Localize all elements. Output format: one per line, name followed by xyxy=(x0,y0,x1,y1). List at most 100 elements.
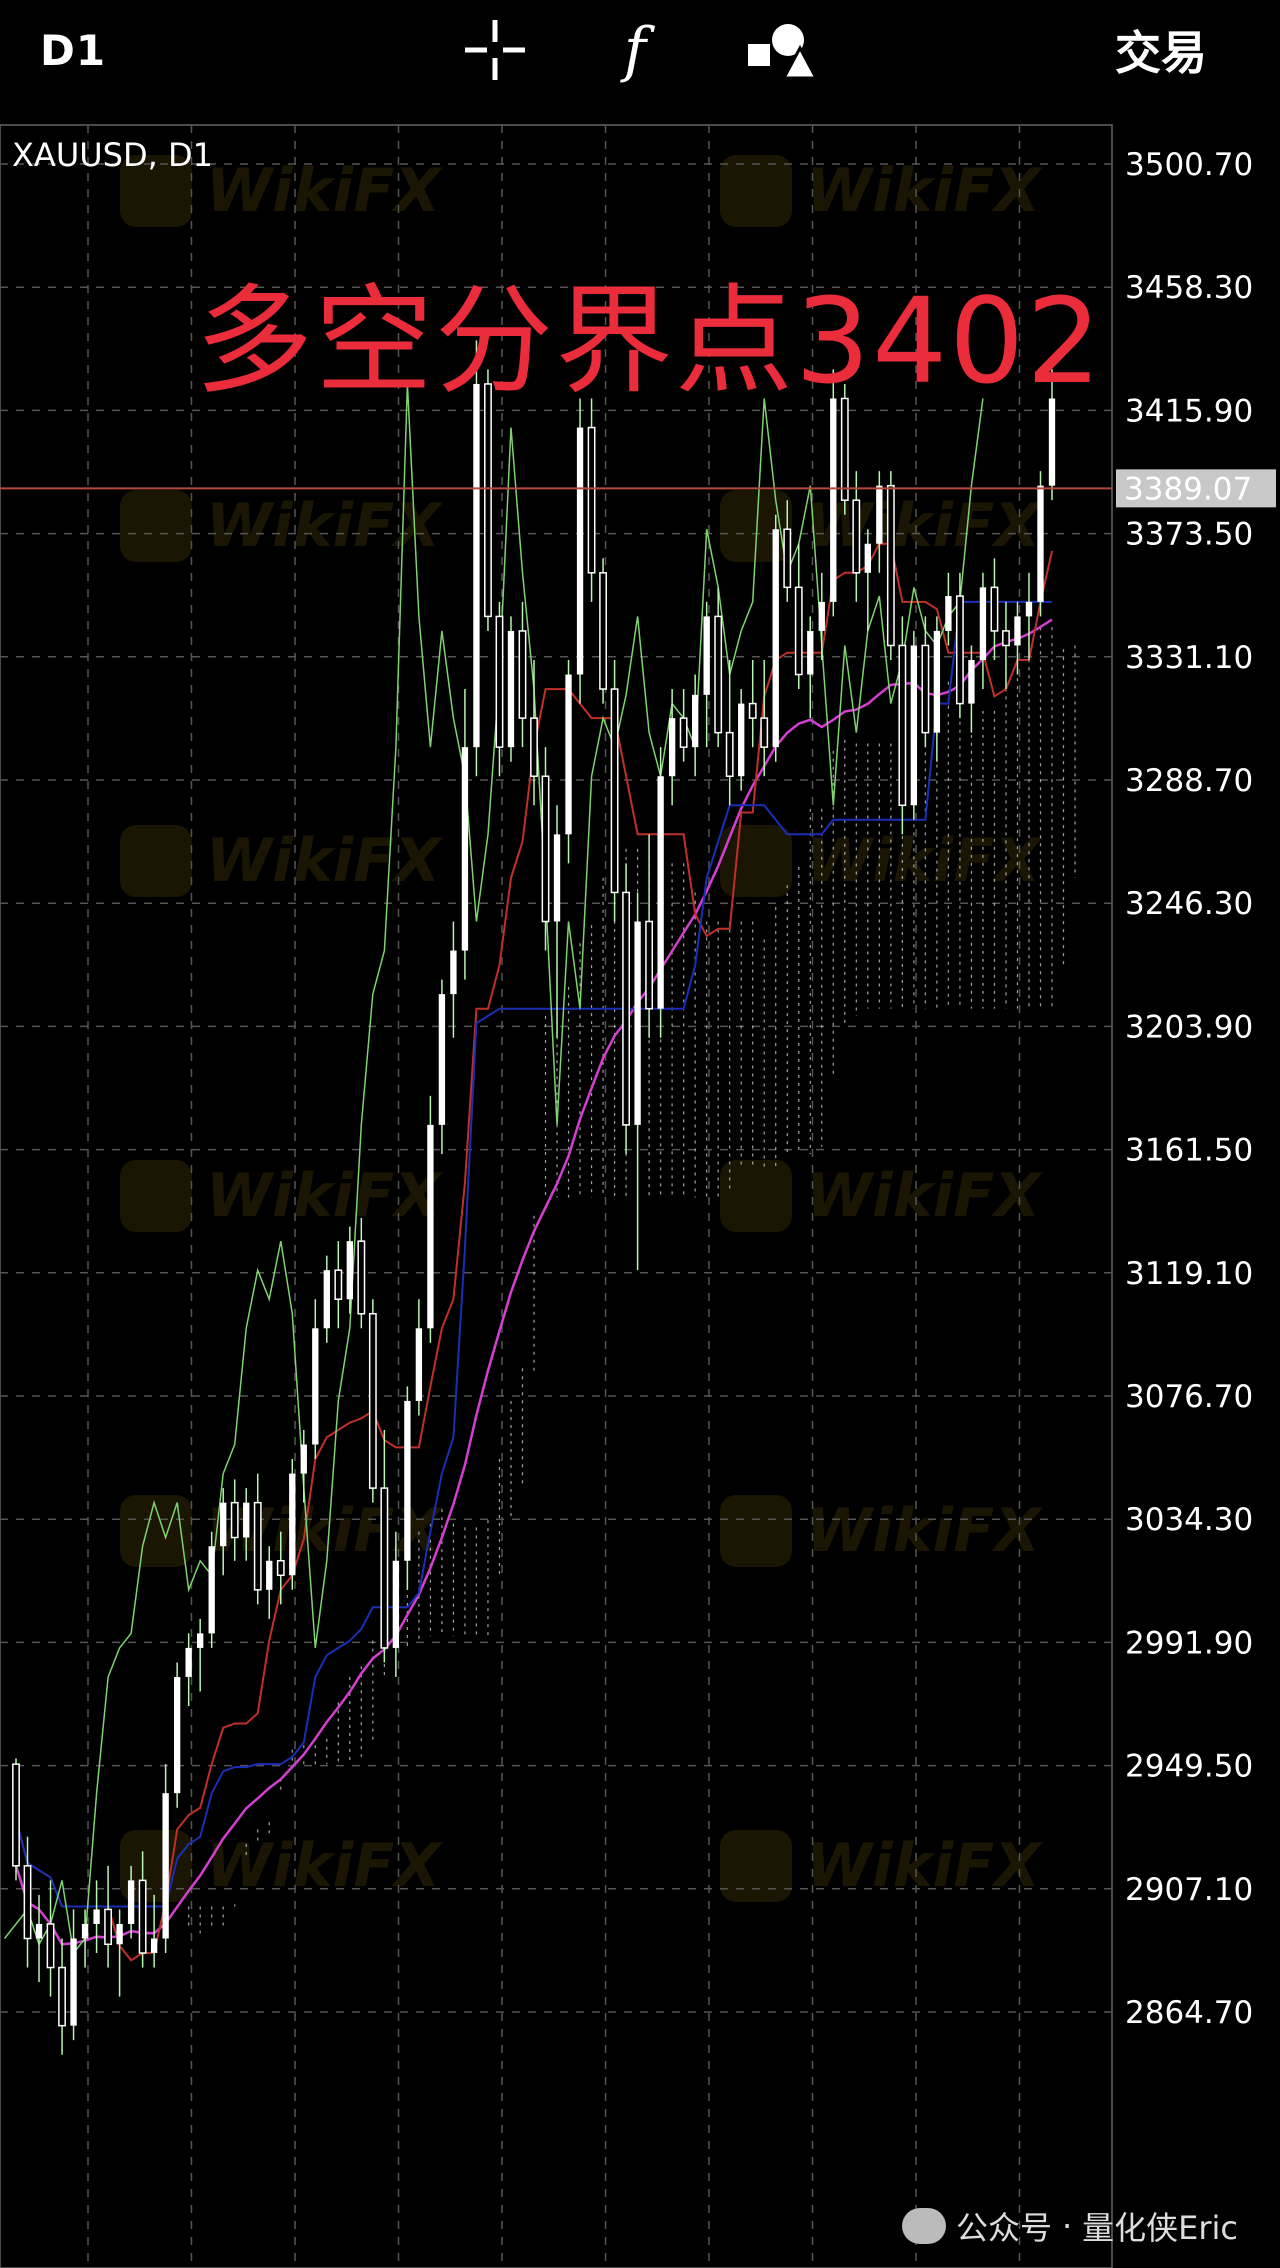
candle xyxy=(93,1880,100,1954)
svg-text:WikiFX: WikiFX xyxy=(206,156,443,226)
candle xyxy=(968,645,975,733)
candle xyxy=(738,689,745,791)
wechat-icon xyxy=(901,2208,946,2244)
candle xyxy=(461,689,469,980)
y-tick-label: 2949.50 xyxy=(1125,1749,1253,1785)
y-tick-label: 3034.30 xyxy=(1125,1502,1253,1538)
candle xyxy=(703,601,710,748)
candle xyxy=(323,1255,330,1343)
candle xyxy=(312,1299,319,1460)
candle xyxy=(1037,471,1044,617)
trade-button[interactable]: 交易 xyxy=(1115,18,1207,82)
watermark-logo: WikiFX xyxy=(120,825,443,897)
candle xyxy=(760,659,769,777)
candle xyxy=(507,616,515,762)
candle xyxy=(427,1095,434,1343)
candle xyxy=(300,1429,307,1503)
candle xyxy=(979,572,987,690)
candle xyxy=(253,1473,262,1605)
candle xyxy=(116,1909,123,1997)
candle xyxy=(748,659,757,748)
candle xyxy=(415,1299,423,1416)
candle xyxy=(368,1299,377,1503)
candle xyxy=(58,1938,66,2055)
candle xyxy=(438,979,446,1154)
candle xyxy=(46,1880,55,1997)
svg-text:WikiFX: WikiFX xyxy=(806,156,1043,226)
watermark-logo: WikiFX xyxy=(720,825,1043,897)
candle xyxy=(725,659,734,806)
y-tick-label: 3119.10 xyxy=(1125,1256,1253,1292)
svg-text:WikiFX: WikiFX xyxy=(206,1831,443,1901)
candle xyxy=(818,572,825,660)
candle xyxy=(541,747,550,951)
candle xyxy=(450,921,457,1038)
indicators-function-button[interactable]: f xyxy=(610,15,660,85)
candle xyxy=(634,892,641,1271)
svg-text:WikiFX: WikiFX xyxy=(806,1496,1043,1566)
crosshair-icon[interactable] xyxy=(460,18,530,82)
candle xyxy=(933,616,941,762)
ichimoku-cloud xyxy=(188,627,1076,1934)
svg-text:WikiFX: WikiFX xyxy=(206,491,443,561)
candle xyxy=(70,1909,77,2041)
y-tick-label: 3076.70 xyxy=(1125,1379,1253,1415)
watermark-logo: WikiFX xyxy=(120,490,443,562)
y-tick-label: 3415.90 xyxy=(1125,393,1253,429)
svg-text:WikiFX: WikiFX xyxy=(206,1161,443,1231)
candle xyxy=(921,616,930,748)
svg-text:WikiFX: WikiFX xyxy=(806,491,1043,561)
y-tick-label: 2991.90 xyxy=(1125,1625,1253,1661)
y-tick-label: 2864.70 xyxy=(1125,1995,1253,2031)
candle xyxy=(945,572,952,646)
candle xyxy=(910,630,918,820)
candle xyxy=(518,601,527,748)
footer-separator: · xyxy=(1061,2207,1073,2245)
candle xyxy=(599,558,607,704)
candle xyxy=(576,398,584,704)
candle xyxy=(530,659,538,806)
candle xyxy=(565,659,572,864)
candle xyxy=(197,1618,204,1692)
candle xyxy=(691,674,699,777)
footer-credit: 公众号 · 量化侠Eric xyxy=(901,2203,1238,2249)
price-chart[interactable]: WikiFX WikiFX WikiFX WikiFX WikiFX WikiFX Wiki… xyxy=(0,100,1280,2268)
candle xyxy=(645,834,654,1038)
candle xyxy=(955,572,964,719)
candle xyxy=(610,659,619,922)
candle xyxy=(622,863,631,1154)
candle xyxy=(404,1386,411,1590)
candle xyxy=(357,1217,366,1329)
svg-text:WikiFX: WikiFX xyxy=(806,1831,1043,1901)
watermark-logo: WikiFX xyxy=(120,1160,443,1232)
candle xyxy=(714,587,723,748)
candle xyxy=(864,529,871,631)
candle xyxy=(794,543,803,690)
candle xyxy=(898,616,907,835)
candle xyxy=(173,1662,181,1808)
candle xyxy=(208,1531,215,1648)
chart-canvas[interactable]: WikiFX WikiFX WikiFX WikiFX WikiFX WikiFX Wiki… xyxy=(0,100,1280,2268)
candle xyxy=(162,1764,169,1954)
candle xyxy=(657,747,664,1038)
y-tick-label: 3500.70 xyxy=(1125,147,1253,183)
y-tick-label: 3161.50 xyxy=(1125,1133,1253,1169)
svg-text:WikiFX: WikiFX xyxy=(806,826,1043,896)
headline-annotation: 多空分界点3402 xyxy=(195,272,1104,410)
candle xyxy=(12,1758,20,1881)
watermark-logo: WikiFX xyxy=(720,1495,1043,1567)
timeframe-button[interactable]: D1 xyxy=(40,18,106,82)
watermark-logo: WikiFX xyxy=(720,155,1043,227)
candle xyxy=(380,1429,389,1663)
symbol-label: XAUUSD, D1 xyxy=(12,136,213,174)
shapes-icon[interactable] xyxy=(740,18,820,82)
y-tick-label: 3246.30 xyxy=(1125,886,1253,922)
candle xyxy=(334,1241,343,1329)
candle xyxy=(104,1865,113,1968)
candle xyxy=(587,398,596,602)
y-tick-label: 3458.30 xyxy=(1125,270,1253,306)
candle xyxy=(772,514,779,762)
candle xyxy=(886,471,895,660)
y-tick-label: 3373.50 xyxy=(1125,517,1253,553)
watermark-logo: WikiFX xyxy=(720,1160,1043,1232)
